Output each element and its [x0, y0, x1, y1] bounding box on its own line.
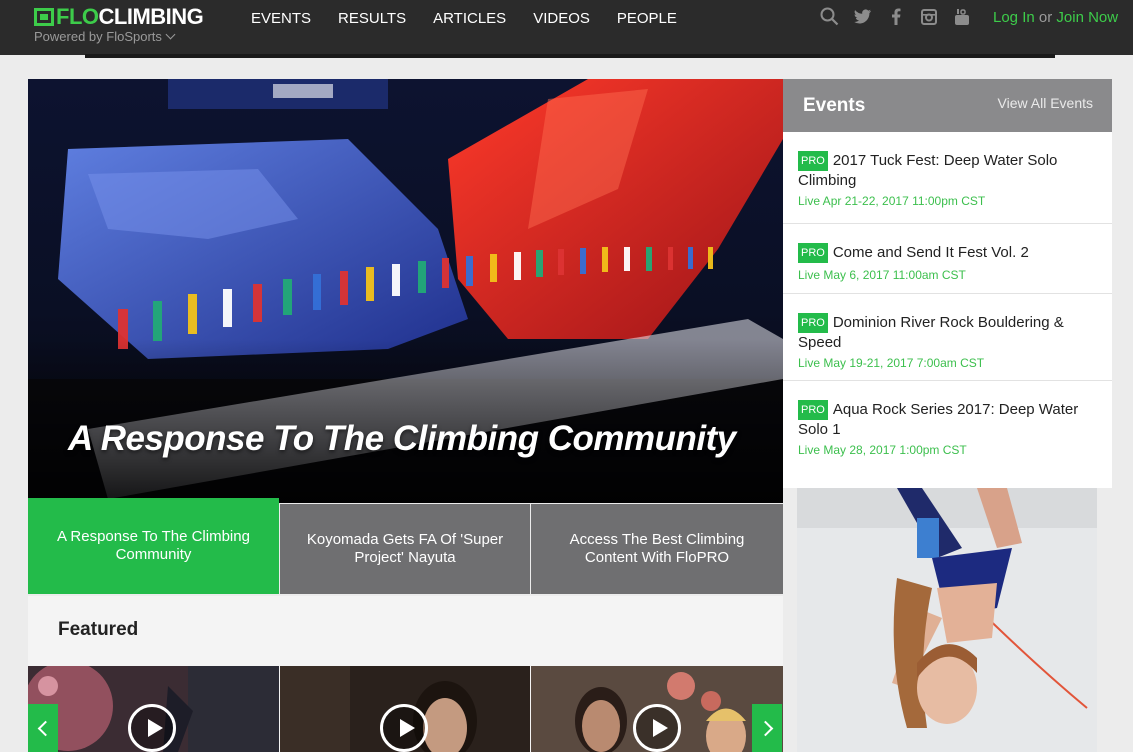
- twitter-icon[interactable]: [853, 7, 872, 26]
- search-icon[interactable]: [820, 7, 839, 26]
- logo-flo-text: FLO: [56, 4, 99, 29]
- event-date: Live May 28, 2017 1:00pm CST: [798, 443, 967, 457]
- nav-item-people[interactable]: PEOPLE: [617, 10, 677, 27]
- event-title: 2017 Tuck Fest: Deep Water Solo Climbing: [798, 152, 1058, 189]
- events-heading: Events: [803, 95, 866, 116]
- events-sidebar: Events View All Events PRO 2017 Tuck Fest…: [783, 79, 1112, 488]
- pro-badge: PRO: [798, 313, 828, 333]
- hero-title[interactable]: A Response To The Climbing Community: [68, 419, 736, 459]
- powered-by-dropdown[interactable]: Powered by FloSports: [34, 29, 176, 44]
- featured-video-card[interactable]: [531, 666, 783, 752]
- play-icon[interactable]: [633, 704, 681, 752]
- nav-item-results[interactable]: RESULTS: [338, 10, 406, 27]
- event-date: Live May 19-21, 2017 7:00am CST: [798, 356, 985, 370]
- youtube-icon[interactable]: [952, 7, 971, 26]
- social-links: [820, 7, 985, 26]
- event-item[interactable]: PRO Dominion River Rock Bouldering & Spee…: [783, 294, 1112, 381]
- climber-photo: [797, 488, 1097, 752]
- event-name: PRO Dominion River Rock Bouldering & Spee…: [798, 313, 1098, 352]
- nav-item-events[interactable]: EVENTS: [251, 10, 311, 27]
- event-title: Come and Send It Fest Vol. 2: [832, 244, 1029, 261]
- events-header: Events View All Events: [783, 79, 1112, 132]
- featured-heading: Featured: [58, 619, 139, 640]
- event-item[interactable]: PRO Come and Send It Fest Vol. 2 Live May…: [783, 224, 1112, 294]
- tab-koyomada-fa[interactable]: Koyomada Gets FA Of 'Super Project' Nayu…: [280, 504, 530, 594]
- carousel-next-button[interactable]: [752, 704, 782, 752]
- featured-carousel: [28, 666, 783, 752]
- event-date: Live May 6, 2017 11:00am CST: [798, 268, 966, 282]
- pro-badge: PRO: [798, 151, 828, 171]
- top-nav-bar: FLO CLIMBING Powered by FloSports EVENTS…: [0, 0, 1133, 55]
- logo-sport-text: CLIMBING: [98, 4, 204, 29]
- carousel-prev-button[interactable]: [28, 704, 58, 752]
- event-name: PRO Come and Send It Fest Vol. 2: [798, 243, 1098, 264]
- facebook-icon[interactable]: [886, 7, 905, 26]
- event-date: Live Apr 21-22, 2017 11:00pm CST: [798, 194, 986, 208]
- login-link[interactable]: Log In: [993, 9, 1035, 26]
- hero-tabs: A Response To The Climbing Community Koy…: [28, 498, 783, 594]
- powered-by-label: Powered by FloSports: [34, 29, 162, 44]
- chevron-down-icon: [165, 29, 176, 40]
- floclimbing-logo[interactable]: FLO CLIMBING: [34, 4, 204, 29]
- banner-strip: [85, 54, 1055, 58]
- instagram-icon[interactable]: [919, 7, 938, 26]
- play-icon[interactable]: [380, 704, 428, 752]
- nav-item-videos[interactable]: VIDEOS: [533, 10, 590, 27]
- play-icon[interactable]: [128, 704, 176, 752]
- view-all-events-link[interactable]: View All Events: [998, 95, 1093, 111]
- event-title: Dominion River Rock Bouldering & Speed: [798, 314, 1064, 351]
- pro-badge: PRO: [798, 243, 828, 263]
- nav-item-articles[interactable]: ARTICLES: [433, 10, 506, 27]
- tab-flopro-content[interactable]: Access The Best Climbing Content With Fl…: [531, 504, 783, 594]
- event-item[interactable]: PRO 2017 Tuck Fest: Deep Water Solo Climb…: [783, 132, 1112, 224]
- event-name: PRO 2017 Tuck Fest: Deep Water Solo Climb…: [798, 151, 1098, 190]
- sidebar-ad-image[interactable]: [797, 488, 1097, 752]
- pro-badge: PRO: [798, 400, 828, 420]
- main-nav: EVENTS RESULTS ARTICLES VIDEOS PEOPLE: [251, 10, 704, 27]
- chevron-right-icon: [757, 720, 773, 736]
- featured-section: Featured: [28, 596, 783, 752]
- event-name: PRO Aqua Rock Series 2017: Deep Water Sol…: [798, 400, 1098, 439]
- auth-links: Log In or Join Now: [993, 9, 1118, 26]
- tab-response-climbing-community[interactable]: A Response To The Climbing Community: [28, 498, 279, 594]
- event-item[interactable]: PRO Aqua Rock Series 2017: Deep Water Sol…: [783, 381, 1112, 487]
- event-title: Aqua Rock Series 2017: Deep Water Solo 1: [798, 401, 1079, 438]
- flo-logo-icon: [34, 8, 54, 26]
- hero-image[interactable]: A Response To The Climbing Community: [28, 79, 783, 503]
- featured-video-card[interactable]: [280, 666, 530, 752]
- join-now-link[interactable]: Join Now: [1056, 9, 1118, 26]
- auth-or-text: or: [1038, 9, 1053, 26]
- featured-video-card[interactable]: [28, 666, 279, 752]
- chevron-left-icon: [37, 720, 53, 736]
